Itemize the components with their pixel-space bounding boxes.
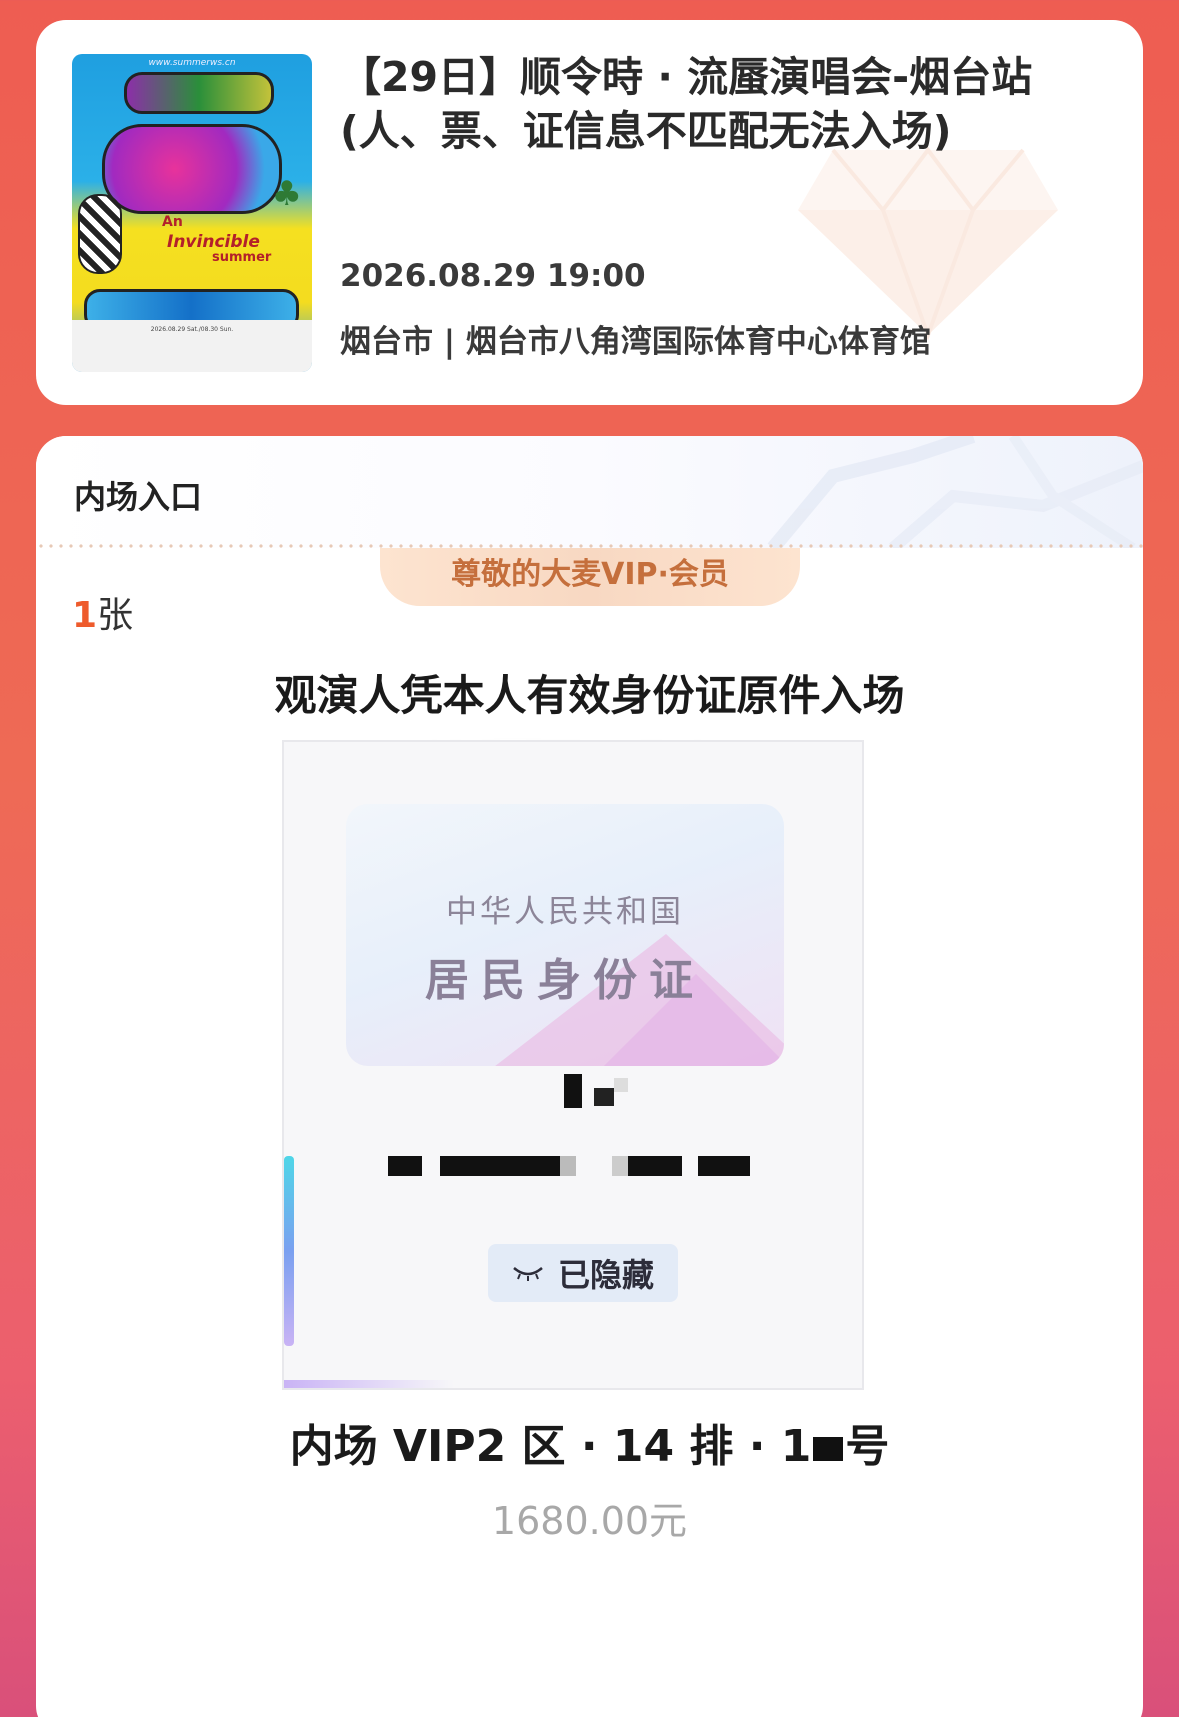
poster-text-an: An [162, 214, 183, 230]
redaction-block [698, 1156, 750, 1176]
redaction-block [560, 1156, 576, 1176]
redaction-block [612, 1156, 628, 1176]
accent-line-bottom [284, 1380, 454, 1388]
accent-line [284, 1156, 294, 1346]
poster-text-summer: summer [212, 250, 272, 265]
poster-text-invincible: Invincible [167, 232, 260, 252]
vip-member-badge: 尊敬的大麦VIP·会员 [380, 548, 800, 606]
event-poster[interactable]: www.summerws.cn ♣ An Invincible summer 2… [72, 54, 312, 372]
ticket-count: 1张 [72, 586, 133, 638]
seat-number-redaction [813, 1437, 844, 1461]
hidden-label: 已隐藏 [557, 1256, 654, 1294]
ticket-count-unit: 张 [97, 595, 134, 636]
closed-eye-icon [513, 1267, 543, 1281]
event-datetime: 2026.08.29 19:00 [340, 258, 646, 294]
palm-tree-icon: ♣ [271, 174, 302, 214]
ticket-price: 1680.00元 [491, 1499, 688, 1543]
show-id-toggle-button[interactable]: 已隐藏 [488, 1244, 678, 1302]
id-card-title: 居民身份证 [425, 955, 705, 1006]
map-pattern-icon [767, 436, 1143, 548]
poster-url-text: www.summerws.cn [148, 58, 236, 68]
seat-prefix: 内场 VIP2 区 · 14 排 · 1 [289, 1421, 812, 1472]
id-panel: 中华人民共和国 居民身份证 已隐藏 [282, 740, 864, 1390]
entrance-label: 内场入口 [74, 478, 203, 516]
id-card-country: 中华人民共和国 [446, 894, 684, 930]
redaction-block [628, 1156, 682, 1176]
poster-footer-date: 2026.08.29 Sat./08.30 Sun. [150, 326, 234, 333]
ticket-card: 内场入口 尊敬的大麦VIP·会员 1张 观演人凭本人有效身份证原件入场 人 中华… [36, 436, 1143, 1717]
poster-graffiti-art [102, 124, 282, 214]
redaction-block [440, 1156, 560, 1176]
ticket-count-number: 1 [72, 595, 98, 636]
entry-rule-text: 观演人凭本人有效身份证原件入场 [274, 671, 905, 720]
redaction-block [594, 1088, 614, 1106]
event-venue[interactable]: 烟台市 | 烟台市八角湾国际体育中心体育馆 [340, 316, 931, 361]
poster-graffiti-logo [124, 72, 274, 114]
seat-suffix: 号 [845, 1421, 890, 1472]
id-card-graphic: 中华人民共和国 居民身份证 [346, 804, 784, 1066]
ticket-header: 内场入口 [36, 436, 1143, 548]
diamond-watermark-icon [798, 146, 1058, 340]
poster-footer: 2026.08.29 Sat./08.30 Sun. [72, 320, 312, 372]
event-card[interactable]: www.summerws.cn ♣ An Invincible summer 2… [36, 20, 1143, 405]
event-title[interactable]: 【29日】顺令時 · 流蜃演唱会-烟台站 (人、票、证信息不匹配无法入场) [340, 50, 1060, 158]
redaction-block [614, 1078, 628, 1092]
poster-checker-art [78, 194, 122, 274]
seat-info: 内场 VIP2 区 · 14 排 · 1 号 [36, 1410, 1143, 1474]
redaction-block [388, 1156, 422, 1176]
redaction-block [564, 1074, 582, 1108]
